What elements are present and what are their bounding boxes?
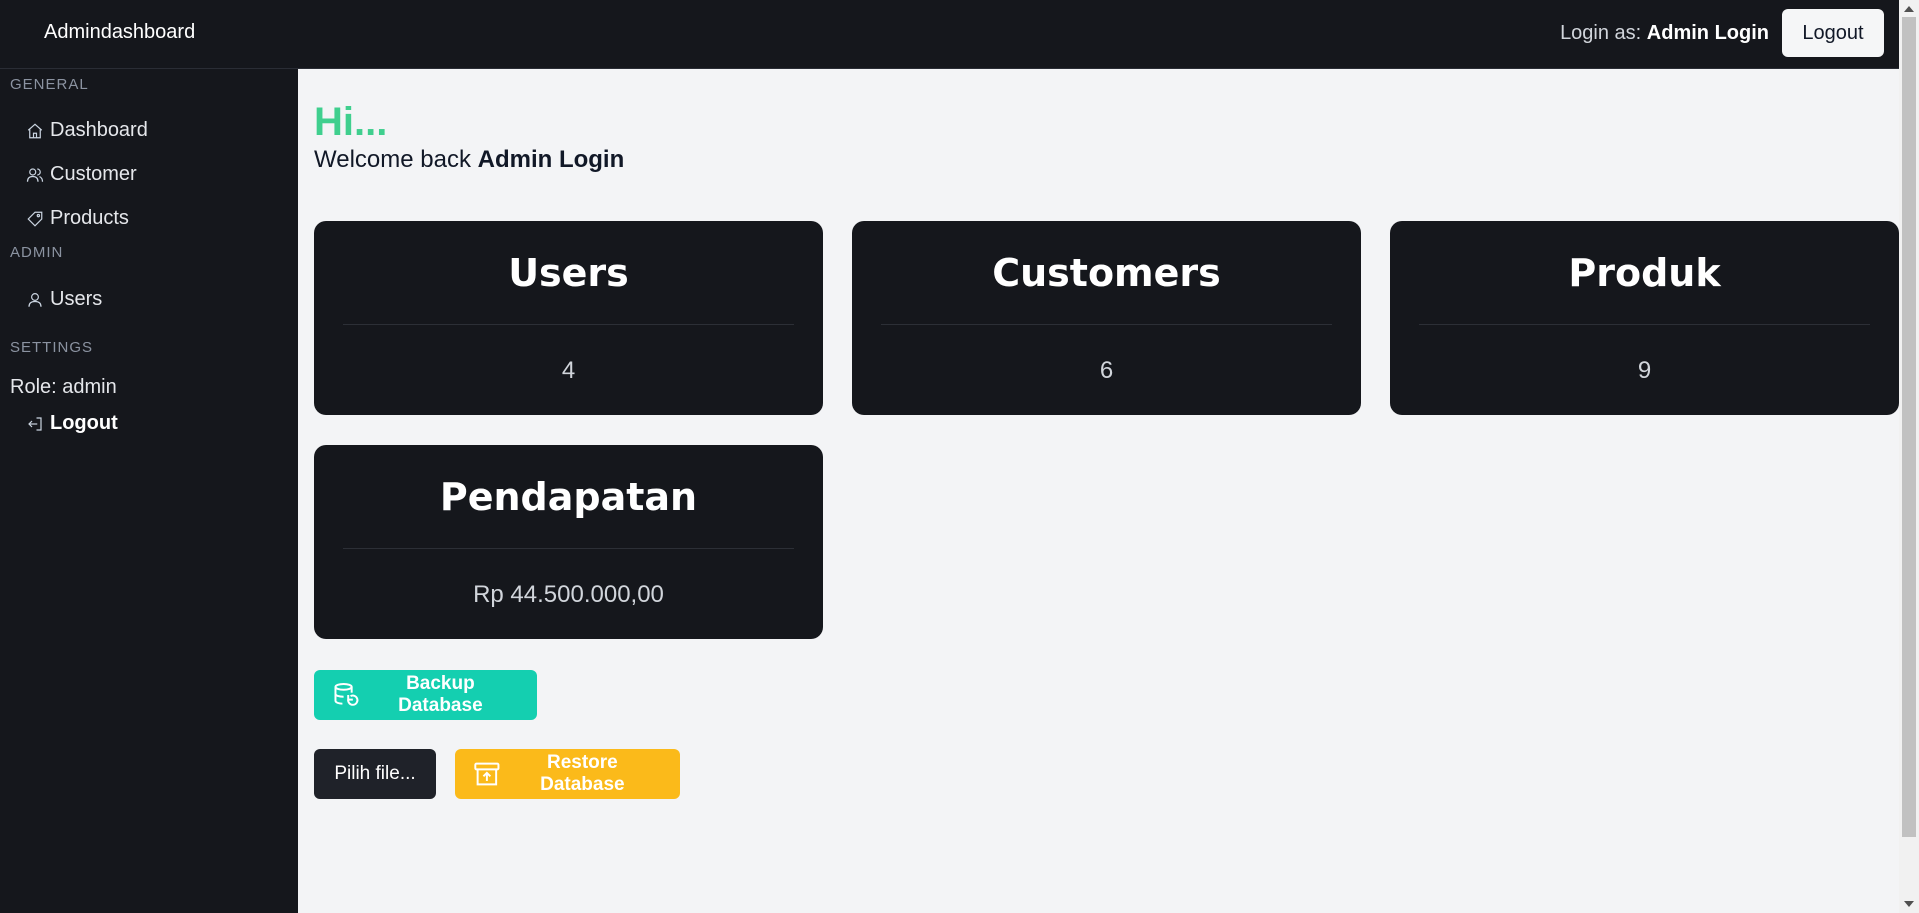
card-value: 4 xyxy=(561,357,576,384)
scrollbar[interactable] xyxy=(1899,0,1919,913)
card-divider xyxy=(343,548,794,549)
login-info: Login as: Admin Login xyxy=(1560,22,1769,45)
stat-card-produk: Produk 9 xyxy=(1390,221,1899,415)
restore-database-label: Restore Database xyxy=(540,752,625,795)
card-divider xyxy=(1419,324,1870,325)
database-backup-icon xyxy=(334,683,359,706)
sidebar-item-customer[interactable]: Customer xyxy=(26,163,137,186)
sidebar-item-label: Customer xyxy=(50,163,137,185)
file-chooser-button[interactable]: Pilih file... xyxy=(314,749,436,799)
logout-button[interactable]: Logout xyxy=(1782,9,1884,57)
stat-card-pendapatan: Pendapatan Rp 44.500.000,00 xyxy=(314,445,823,639)
welcome-user: Admin Login xyxy=(477,146,625,173)
greeting: Hi... xyxy=(314,100,388,144)
section-label-settings: SETTINGS xyxy=(10,339,94,356)
backup-database-button[interactable]: Backup Database xyxy=(314,670,537,720)
card-divider xyxy=(343,324,794,325)
tag-icon xyxy=(27,211,43,227)
sidebar-item-dashboard[interactable]: Dashboard xyxy=(26,119,148,142)
sidebar-item-label: Users xyxy=(50,288,103,310)
welcome-text: Welcome back Admin Login xyxy=(314,146,624,174)
restore-database-button[interactable]: Restore Database xyxy=(455,749,680,799)
users-icon xyxy=(26,167,44,182)
top-navbar: Admindashboard Login as: Admin Login Log… xyxy=(0,0,1899,69)
sidebar-item-users[interactable]: Users xyxy=(26,288,102,311)
user-icon xyxy=(28,292,42,307)
card-value: Rp 44.500.000,00 xyxy=(473,581,664,608)
welcome-prefix: Welcome back xyxy=(314,146,471,173)
card-divider xyxy=(881,324,1332,325)
scroll-thumb[interactable] xyxy=(1902,17,1916,837)
login-user: Admin Login xyxy=(1646,22,1769,44)
brand-link[interactable]: Admindashboard xyxy=(44,21,195,44)
card-title: Customers xyxy=(992,251,1221,295)
card-title: Produk xyxy=(1568,251,1721,295)
sidebar-item-products[interactable]: Products xyxy=(26,207,129,230)
section-label-admin: ADMIN xyxy=(10,244,64,261)
card-title: Users xyxy=(508,251,629,295)
card-title: Pendapatan xyxy=(439,475,698,519)
home-icon xyxy=(27,122,43,138)
archive-upload-icon xyxy=(474,762,500,786)
section-label-general: GENERAL xyxy=(10,76,89,93)
backup-database-label: Backup Database xyxy=(398,673,483,716)
sidebar-logout-label: Logout xyxy=(50,412,118,434)
scroll-down-arrow-icon[interactable] xyxy=(1904,901,1914,907)
card-value: 6 xyxy=(1099,357,1114,384)
sidebar: GENERAL Dashboard Customer Products ADMI… xyxy=(0,69,298,913)
sidebar-logout[interactable]: Logout xyxy=(26,412,118,435)
logout-icon xyxy=(28,416,42,431)
scroll-up-arrow-icon[interactable] xyxy=(1904,6,1914,12)
sidebar-item-label: Products xyxy=(50,207,129,229)
stat-card-users: Users 4 xyxy=(314,221,823,415)
card-value: 9 xyxy=(1637,357,1652,384)
stat-card-customers: Customers 6 xyxy=(852,221,1361,415)
sidebar-item-label: Dashboard xyxy=(50,119,148,141)
role-text: Role: admin xyxy=(10,376,117,398)
login-prefix: Login as: xyxy=(1560,22,1642,44)
